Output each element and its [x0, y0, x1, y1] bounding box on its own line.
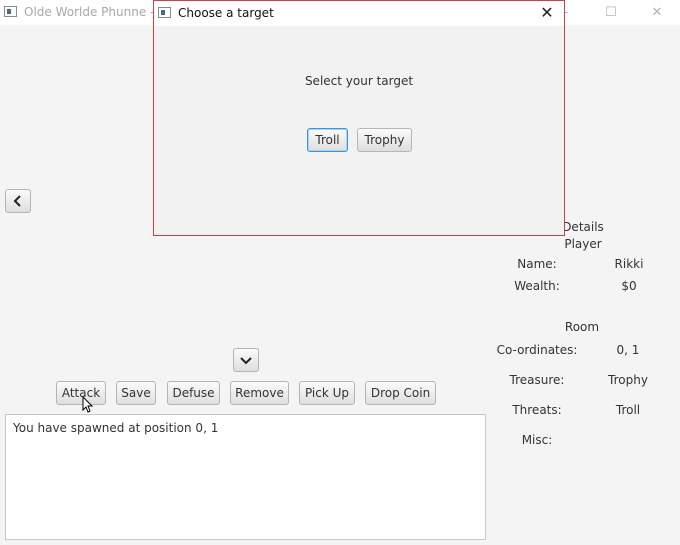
dialog-title: Choose a target [178, 6, 274, 20]
threats-value: Troll [615, 403, 641, 417]
close-button[interactable]: ✕ [634, 0, 680, 25]
wealth-value: $0 [621, 279, 637, 293]
room-heading: Room [564, 320, 600, 334]
threats-label: Threats: [512, 403, 562, 417]
misc-label: Misc: [521, 433, 553, 447]
pick-up-button[interactable]: Pick Up [299, 381, 355, 405]
target-troll-button[interactable]: Troll [307, 128, 348, 152]
move-south-button[interactable] [233, 348, 259, 372]
dialog-app-icon [158, 7, 171, 18]
player-heading: Player [564, 237, 602, 251]
chevron-left-icon [13, 195, 21, 207]
treasure-value: Trophy [608, 373, 648, 387]
coordinates-value: 0, 1 [616, 343, 640, 357]
game-log-textarea[interactable]: You have spawned at position 0, 1 [5, 414, 486, 540]
attack-button[interactable]: Attack [56, 381, 106, 405]
remove-button[interactable]: Remove [230, 381, 289, 405]
dialog-title-bar: Choose a target ✕ [154, 1, 564, 26]
log-text: You have spawned at position 0, 1 [13, 421, 219, 435]
app-icon [4, 6, 17, 17]
save-button[interactable]: Save [116, 381, 156, 405]
main-window-title: Olde Worlde Phunne - M [24, 5, 169, 19]
wealth-label: Wealth: [514, 279, 560, 293]
drop-coin-button[interactable]: Drop Coin [365, 381, 436, 405]
coordinates-label: Co-ordinates: [496, 343, 578, 357]
treasure-label: Treasure: [509, 373, 565, 387]
name-label: Name: [517, 257, 557, 271]
choose-target-dialog: Choose a target ✕ Select your target Tro… [153, 0, 565, 236]
name-value: Rikki [614, 257, 644, 271]
maximize-button[interactable]: ☐ [588, 0, 634, 25]
target-trophy-button[interactable]: Trophy [357, 128, 412, 152]
mouse-cursor-icon [82, 396, 94, 413]
details-heading: Details [562, 220, 604, 234]
chevron-down-icon [240, 357, 252, 365]
dialog-close-button[interactable]: ✕ [530, 1, 564, 26]
dialog-prompt: Select your target [304, 74, 414, 88]
move-west-button[interactable] [5, 189, 31, 213]
defuse-button[interactable]: Defuse [167, 381, 220, 405]
